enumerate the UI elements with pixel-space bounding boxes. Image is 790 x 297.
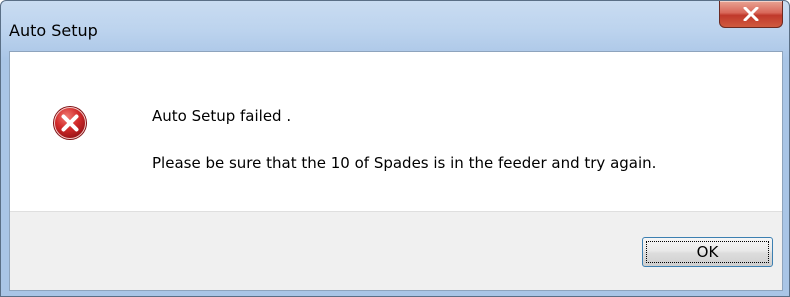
error-detail-text: Please be sure that the 10 of Spades is … [152, 154, 657, 172]
window-title: Auto Setup [9, 21, 98, 40]
ok-button-label: OK [646, 241, 769, 263]
ok-button[interactable]: OK [642, 237, 773, 267]
error-title-text: Auto Setup failed . [152, 107, 292, 125]
message-area: Auto Setup failed . Please be sure that … [10, 52, 782, 211]
title-bar[interactable]: Auto Setup [1, 1, 789, 51]
close-button[interactable] [719, 1, 783, 28]
dialog-body: Auto Setup failed . Please be sure that … [9, 51, 783, 291]
close-icon [743, 7, 759, 21]
error-icon [52, 105, 88, 141]
dialog-window: Auto Setup Auto Setup failed . Please be… [0, 0, 790, 297]
button-bar: OK [10, 211, 782, 290]
